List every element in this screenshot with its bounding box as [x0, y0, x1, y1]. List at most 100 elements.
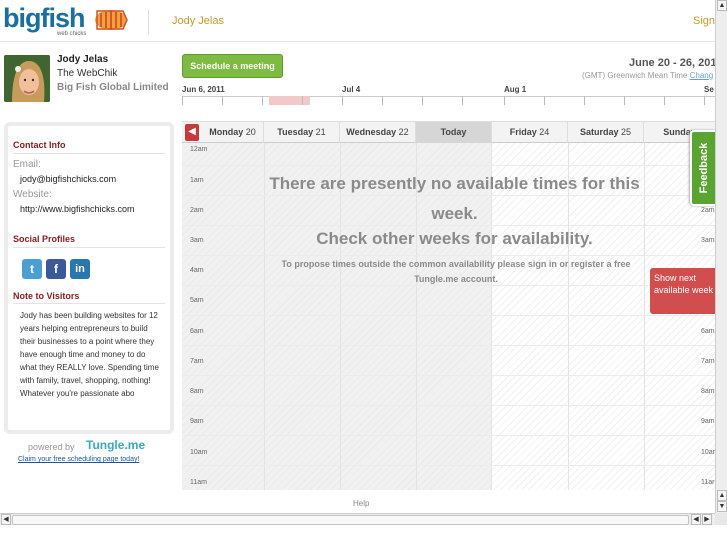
- timeline-navigator[interactable]: Jun 6, 2011 Jul 4 Aug 1 Se: [182, 84, 715, 106]
- grid-hour-line: [182, 315, 715, 316]
- profile-company: Big Fish Global Limited: [57, 82, 169, 93]
- show-next-available-week-button[interactable]: Show next available week: [650, 268, 715, 314]
- email-link[interactable]: jody@bigfishchicks.com: [20, 174, 116, 184]
- top-header: bigfish web chicks Jody Jelas Sign: [0, 0, 715, 42]
- day-name: Today: [440, 127, 467, 137]
- timeline-tick: [382, 96, 383, 105]
- twitter-icon[interactable]: t: [22, 259, 42, 279]
- hour-label: 7am: [190, 358, 204, 365]
- day-number: 20: [245, 127, 256, 137]
- sign-in-link[interactable]: Sign: [693, 15, 715, 27]
- horizontal-scroll-thumb[interactable]: [12, 515, 689, 525]
- hour-label: 12am: [190, 146, 208, 153]
- hour-label: 3am: [701, 237, 715, 244]
- vertical-scrollbar[interactable]: ▲ ▲ ▼: [715, 0, 727, 513]
- timeline-tick: [302, 96, 303, 105]
- timeline-tick: [222, 96, 223, 105]
- timeline-tick: [422, 96, 423, 105]
- hour-label: 10am: [701, 449, 715, 456]
- day-header-monday[interactable]: Monday 20: [202, 122, 264, 143]
- day-name: Saturday: [579, 127, 619, 137]
- hour-label: 7am: [701, 358, 715, 365]
- facebook-icon[interactable]: f: [46, 259, 66, 279]
- propose-times-message: To propose times outside the common avai…: [281, 259, 631, 284]
- scroll-left-icon[interactable]: ◀: [1, 514, 11, 525]
- profile-name: Jody Jelas: [57, 54, 109, 65]
- horizontal-scrollbar[interactable]: ◀ ◀ ▶: [0, 513, 715, 525]
- fish-icon: [95, 10, 128, 30]
- date-range-title: June 20 - 26, 201: [629, 57, 717, 69]
- grid-hour-line: [182, 345, 715, 346]
- tungle-logo[interactable]: Tungle.me: [86, 438, 145, 452]
- timeline-tick: [664, 96, 665, 105]
- divider: [13, 247, 165, 248]
- window-bottom: [0, 525, 727, 545]
- scroll-up-icon[interactable]: ▲: [717, 490, 727, 501]
- avatar: [4, 55, 50, 102]
- website-link[interactable]: http://www.bigfishchicks.com: [20, 204, 135, 214]
- claim-page-link[interactable]: Claim your free scheduling page today!: [18, 456, 139, 463]
- day-number: 22: [398, 127, 409, 137]
- divider: [13, 153, 165, 154]
- grid-hour-line: [182, 375, 715, 376]
- day-name: Monday: [209, 127, 244, 137]
- scroll-down-icon[interactable]: ▼: [717, 501, 727, 512]
- schedule-meeting-button[interactable]: Schedule a meeting: [182, 54, 283, 78]
- note-text: Jody has been building websites for 12 y…: [20, 311, 159, 398]
- day-name: Wednesday: [346, 127, 397, 137]
- hour-label: 11am: [190, 479, 207, 486]
- hour-label: 3am: [190, 237, 204, 244]
- day-header-wednesday[interactable]: Wednesday 22: [340, 122, 416, 143]
- day-header-saturday[interactable]: Saturday 25: [568, 122, 644, 143]
- powered-by-label: powered by: [28, 442, 75, 452]
- hour-label: 11ar: [701, 479, 715, 486]
- day-header-tuesday[interactable]: Tuesday 21: [264, 122, 340, 143]
- timeline-tick: [624, 96, 625, 105]
- day-name: Tuesday: [277, 127, 314, 137]
- logo-subtitle: web chicks: [57, 31, 87, 37]
- timeline-tick: [704, 96, 705, 105]
- timezone-label: (GMT) Greenwich Mean Time Chang: [582, 71, 713, 80]
- day-number: 25: [621, 127, 632, 137]
- header-user-name[interactable]: Jody Jelas: [172, 15, 224, 27]
- scroll-right-icon[interactable]: ▶: [702, 514, 712, 525]
- email-label: Email:: [13, 159, 41, 170]
- day-number: 21: [315, 127, 326, 137]
- hour-label: 6am: [701, 328, 715, 335]
- day-number: 24: [539, 127, 550, 137]
- timeline-label: Se: [704, 85, 714, 94]
- timeline-label: Jul 4: [342, 85, 361, 94]
- profile-card: Contact Info Email: jody@bigfishchicks.c…: [4, 122, 174, 434]
- avatar-photo: [4, 55, 50, 102]
- timeline-tick: [342, 96, 343, 105]
- timeline-tick: [544, 96, 545, 105]
- timeline-tick: [262, 96, 263, 105]
- hour-label: 2am: [701, 207, 715, 214]
- scroll-up-icon[interactable]: ▲: [717, 0, 727, 11]
- day-header-today[interactable]: Today: [416, 122, 492, 143]
- hour-label: 2am: [190, 207, 204, 214]
- timeline-label: Aug 1: [504, 85, 527, 94]
- check-other-weeks-message: Check other weeks for availability.: [316, 229, 593, 248]
- timeline-tick: [584, 96, 585, 105]
- day-name: Friday: [509, 127, 537, 137]
- hour-label: 6am: [190, 328, 204, 335]
- timeline-label: Jun 6, 2011: [182, 85, 225, 94]
- hour-label: 5am: [190, 297, 204, 304]
- change-timezone-link[interactable]: Chang: [690, 71, 714, 80]
- timeline-selected-week[interactable]: [269, 96, 310, 105]
- social-profiles-heading: Social Profiles: [13, 234, 76, 244]
- bigfish-logo[interactable]: bigfish web chicks: [3, 3, 133, 39]
- scroll-left-icon[interactable]: ◀: [691, 514, 701, 525]
- feedback-tab[interactable]: Feedback: [690, 130, 715, 206]
- help-link[interactable]: Help: [353, 499, 369, 508]
- website-label: Website:: [13, 189, 52, 200]
- scrollbar-corner: [715, 513, 727, 525]
- hour-label: 10am: [190, 449, 208, 456]
- note-heading: Note to Visitors: [13, 291, 80, 301]
- day-header-friday[interactable]: Friday 24: [492, 122, 568, 143]
- previous-week-button[interactable]: ◀: [185, 124, 199, 141]
- linkedin-icon[interactable]: in: [70, 259, 90, 279]
- timeline-tick: [504, 96, 505, 105]
- grid-hour-line: [182, 165, 715, 166]
